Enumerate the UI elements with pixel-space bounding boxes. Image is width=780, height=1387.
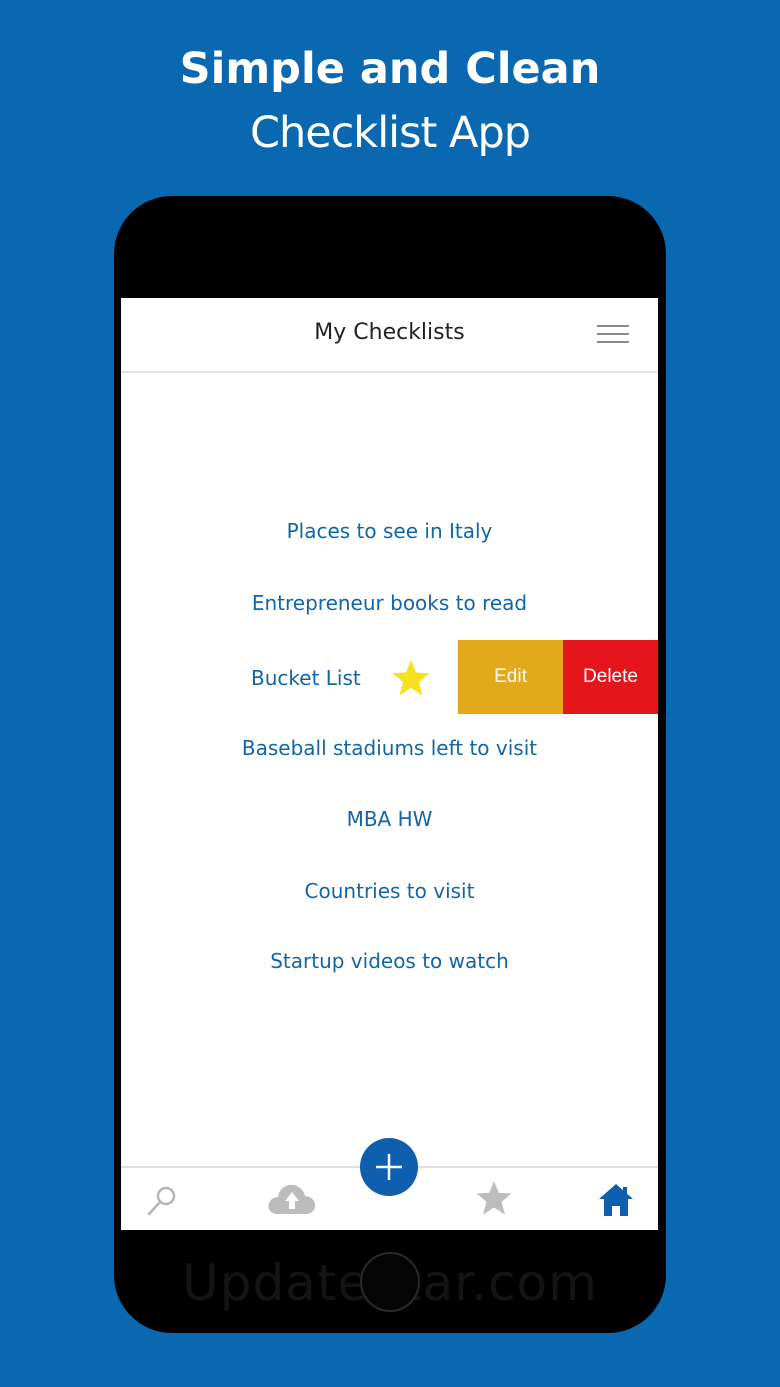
cloud-upload-icon[interactable] (266, 1180, 318, 1218)
home-icon[interactable] (597, 1182, 635, 1218)
favorite-star-icon[interactable] (391, 659, 431, 697)
checklist-item-startup-videos[interactable]: Startup videos to watch (121, 949, 658, 973)
checklist-item-mba-hw[interactable]: MBA HW (121, 807, 658, 831)
hamburger-menu-icon[interactable] (597, 325, 629, 345)
promo-title: Simple and Clean (179, 44, 601, 94)
phone-home-button[interactable] (360, 1252, 420, 1312)
checklist-item-countries[interactable]: Countries to visit (121, 879, 658, 903)
app-screen: My Checklists Places to see in Italy Ent… (121, 298, 658, 1230)
search-icon[interactable] (145, 1184, 179, 1218)
star-icon[interactable] (475, 1180, 513, 1216)
plus-icon (376, 1154, 402, 1180)
checklist-item-bucket-list[interactable]: Bucket List (251, 666, 361, 690)
page-title: My Checklists (314, 320, 465, 345)
checklist-item-entrepreneur-books[interactable]: Entrepreneur books to read (121, 591, 658, 615)
promo-subtitle: Checklist App (249, 108, 531, 158)
checklist-item-places-italy[interactable]: Places to see in Italy (121, 519, 658, 543)
nav-bar: My Checklists (121, 298, 658, 373)
add-checklist-button[interactable] (360, 1138, 418, 1196)
checklist-item-baseball-stadiums[interactable]: Baseball stadiums left to visit (121, 736, 658, 760)
edit-button[interactable]: Edit (458, 640, 563, 714)
delete-button[interactable]: Delete (563, 640, 658, 714)
